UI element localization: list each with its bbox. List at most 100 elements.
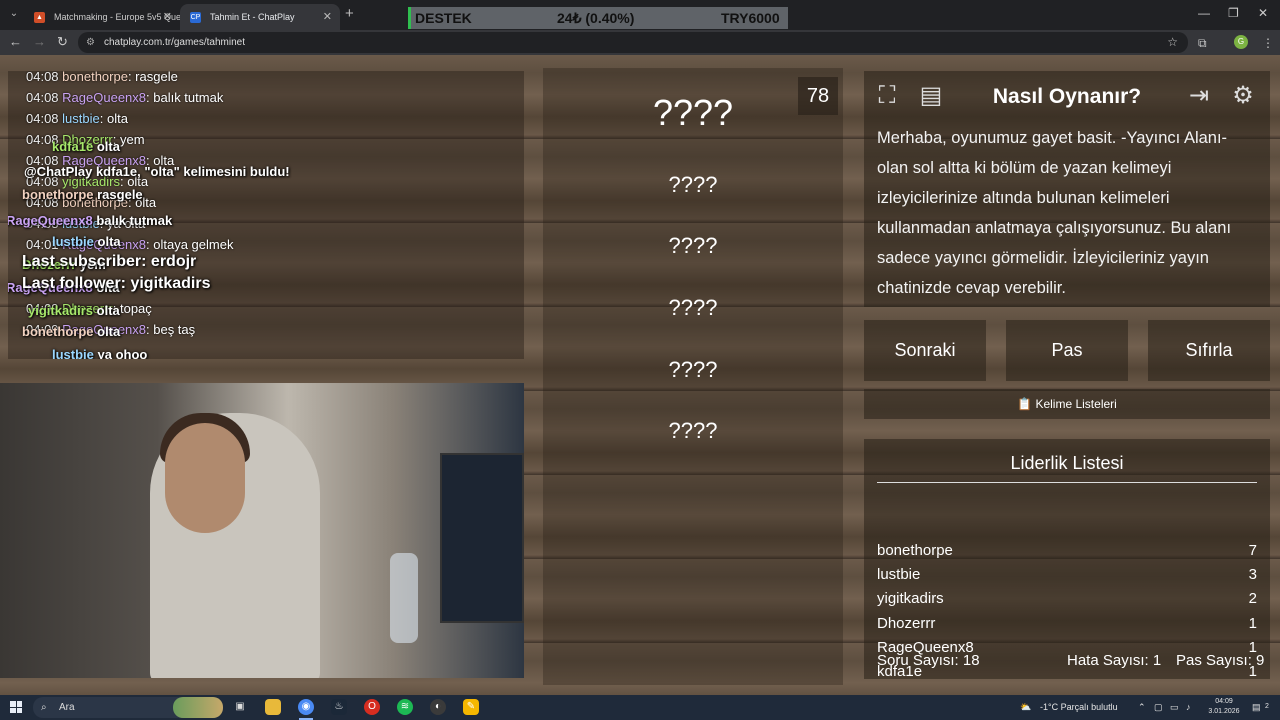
weather-text[interactable]: -1°C Parçalı bulutlu (1040, 699, 1118, 715)
tray-apps-icon[interactable]: ▢ (1154, 699, 1163, 715)
overlay-chat-message: bonethorpe rasgele (22, 187, 143, 202)
webcam-feed (0, 383, 524, 678)
chat-time: 04:08 (26, 71, 59, 84)
url-text: chatplay.com.tr/games/tahminet (104, 37, 245, 48)
close-icon[interactable]: ✕ (163, 4, 172, 30)
chat-message: 04:08 bonethorpe: rasgele (26, 71, 178, 84)
overlay-user: @ChatPlay (24, 164, 93, 179)
chat-user[interactable]: RageQueenx8 (62, 90, 146, 105)
notification-icon[interactable]: ▤ (1252, 699, 1261, 715)
chat-text: : balık tutmak (146, 90, 224, 105)
chat-time: 04:08 (26, 90, 59, 105)
overlay-text: kdfa1e, "olta" kelimesini buldu! (95, 164, 290, 179)
search-highlight-image (173, 697, 223, 718)
chrome-icon[interactable]: ◉ (298, 699, 314, 715)
leaderboard-title: Liderlik Listesi (877, 453, 1257, 483)
player-name: yigitkadirs (877, 590, 944, 608)
url-input[interactable]: ⚙ chatplay.com.tr/games/tahminet ☆ (78, 32, 1188, 53)
overlay-chat-message: lustbie ya ohoo (52, 347, 147, 359)
app-icon[interactable]: ✎ (463, 699, 479, 715)
leaderboard-row: yigitkadirs 2 (877, 590, 1257, 607)
overlay-chat-message: kdfa1e olta (52, 139, 120, 154)
overlay-user: yigitkadirs (28, 303, 94, 318)
obs-icon[interactable]: ◐ (430, 699, 446, 715)
word-lists-button[interactable]: 📋 Kelime Listeleri (864, 389, 1270, 419)
extensions-icon[interactable]: ⧉ (1198, 35, 1207, 51)
player-name: Dhozerrr (877, 614, 936, 632)
chat-user[interactable]: lustbie (62, 111, 100, 126)
settings-gear-icon[interactable]: ⚙ (1228, 81, 1258, 111)
minimize-icon[interactable]: — (1198, 6, 1210, 20)
reset-button[interactable]: Sıfırla (1148, 320, 1270, 381)
chat-text: : rasgele (127, 71, 178, 84)
bookmark-star-icon[interactable]: ☆ (1167, 32, 1178, 53)
spotify-icon[interactable]: ≋ (397, 699, 413, 715)
last-subscriber-label: Last subscriber: erdojr (22, 253, 197, 270)
overlay-text: olta (97, 234, 121, 249)
player-name: kdfa1e (877, 663, 923, 680)
taskbar-clock[interactable]: 04:09 3.01.2026 (1206, 697, 1242, 717)
next-button[interactable]: Sonraki (864, 320, 986, 381)
tab-title: Tahmin Et - ChatPlay (210, 12, 295, 22)
weather-icon[interactable]: ⛅ (1020, 699, 1031, 715)
leaderboard-row: kdfa1e 1 (877, 663, 1257, 680)
ticker-label: DESTEK (415, 10, 472, 26)
target-word: ???? (652, 92, 734, 133)
ticker-amount: 24₺ (0.40%) (557, 10, 635, 26)
chat-text: : beş taş (146, 322, 196, 337)
tab-search-chevron-icon[interactable]: ⌄ (6, 6, 22, 22)
profile-avatar[interactable]: G (1234, 35, 1248, 49)
windows-start-icon[interactable] (10, 701, 22, 713)
clipboard-icon: 📋 (1017, 397, 1033, 411)
hidden-word: ???? (668, 172, 718, 197)
close-window-icon[interactable]: ✕ (1258, 6, 1268, 20)
leaderboard-row: RageQueenx8 1 (877, 639, 1257, 656)
pass-button[interactable]: Pas (1006, 320, 1128, 381)
overlay-chat-message: yigitkadirs olta (28, 303, 120, 318)
overlay-text: balık tutmak (96, 213, 173, 228)
reload-icon[interactable]: ↻ (57, 33, 68, 51)
network-icon[interactable]: ▭ (1170, 699, 1179, 715)
last-follower-label: Last follower: yigitkadirs (22, 275, 211, 292)
task-view-icon[interactable]: ▣ (232, 699, 248, 715)
close-icon[interactable]: ✕ (323, 4, 332, 30)
overlay-user: bonethorpe (22, 324, 94, 339)
menu-kebab-icon[interactable]: ⋮ (1262, 35, 1274, 51)
hidden-word: ???? (668, 418, 718, 443)
overlay-chat-message: RageQueenx8 balık tutmak (8, 213, 172, 228)
taskbar-search-input[interactable]: ⌕ Ara (33, 697, 223, 718)
steam-icon[interactable]: ♨ (331, 699, 347, 715)
back-arrow-icon[interactable]: ← (9, 33, 22, 51)
faceit-icon: ▲ (34, 12, 45, 23)
search-placeholder: Ara (59, 702, 75, 713)
hidden-word: ???? (668, 295, 718, 320)
game-page: 04:08 bonethorpe: rasgele 04:08 RageQueen… (0, 55, 1280, 695)
how-to-play-panel: ⛶ ▤ Nasıl Oynanır? ⇥ ⚙ Merhaba, oyunumuz… (864, 71, 1270, 307)
chat-user[interactable]: bonethorpe (62, 71, 128, 84)
player-name: RageQueenx8 (877, 638, 974, 656)
exit-icon[interactable]: ⇥ (1184, 81, 1214, 111)
donation-ticker: DESTEK 24₺ (0.40%) TRY6000 (408, 7, 788, 29)
leaderboard-row: lustbie 3 (877, 566, 1257, 583)
overlay-user: kdfa1e (52, 139, 94, 154)
chat-message: 04:08 lustbie: olta (26, 111, 128, 126)
tab-tahmin-et[interactable]: CP Tahmin Et - ChatPlay ✕ (180, 4, 340, 30)
site-info-icon[interactable]: ⚙ (86, 32, 95, 53)
restore-icon[interactable]: ❐ (1228, 6, 1239, 20)
volume-icon[interactable]: ♪ (1186, 699, 1191, 715)
new-tab-plus-icon[interactable]: + (345, 6, 354, 22)
overlay-text: olta (96, 303, 120, 318)
overlay-user: lustbie (52, 234, 94, 249)
tab-matchmaking[interactable]: ▲ Matchmaking - Europe 5v5 Que ✕ (24, 4, 180, 30)
clock-time: 04:09 (1215, 698, 1233, 705)
clock-date: 3.01.2026 (1208, 708, 1240, 715)
opera-icon[interactable]: O (364, 699, 380, 715)
chat-text: : olta (99, 111, 128, 126)
tray-chevron-icon[interactable]: ⌃ (1138, 699, 1146, 715)
overlay-user: RageQueenx8 (8, 213, 93, 228)
file-explorer-icon[interactable] (265, 699, 281, 715)
overlay-text: olta (96, 139, 120, 154)
forward-arrow-icon[interactable]: → (33, 33, 46, 51)
player-score: 7 (1248, 542, 1257, 559)
tab-title: Matchmaking - Europe 5v5 Que (54, 12, 180, 22)
